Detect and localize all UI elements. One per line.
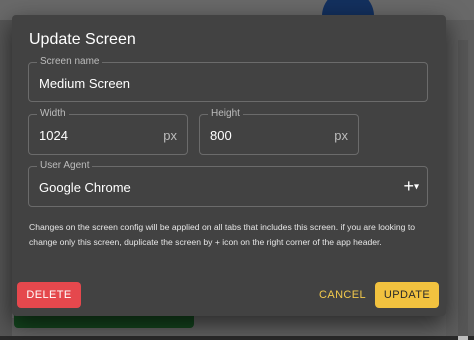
help-text: Changes on the screen config will be app… bbox=[29, 222, 415, 247]
update-button[interactable]: UPDATE bbox=[375, 282, 439, 308]
screen-name-field[interactable]: Screen name Medium Screen bbox=[28, 56, 428, 102]
chevron-down-icon[interactable]: ▾ bbox=[414, 181, 419, 192]
cancel-button[interactable]: CANCEL bbox=[313, 282, 369, 308]
screen-name-label: Screen name bbox=[37, 56, 103, 68]
update-screen-dialog: Update Screen Screen name Medium Screen … bbox=[12, 15, 446, 316]
user-agent-select[interactable]: User Agent Google Chrome +▾ bbox=[28, 160, 428, 207]
dialog-title: Update Screen bbox=[29, 31, 136, 48]
screen-name-value[interactable]: Medium Screen bbox=[39, 76, 130, 91]
user-agent-label: User Agent bbox=[37, 160, 93, 172]
user-agent-actions[interactable]: +▾ bbox=[403, 176, 419, 197]
width-label: Width bbox=[37, 108, 69, 120]
height-field[interactable]: Height 800 px bbox=[199, 108, 359, 155]
height-value[interactable]: 800 bbox=[210, 128, 232, 143]
delete-button[interactable]: DELETE bbox=[17, 282, 81, 308]
user-agent-value: Google Chrome bbox=[39, 180, 131, 195]
height-label: Height bbox=[208, 108, 243, 120]
add-icon[interactable]: + bbox=[403, 176, 414, 196]
height-unit: px bbox=[334, 128, 348, 143]
width-value[interactable]: 1024 bbox=[39, 128, 68, 143]
width-unit: px bbox=[163, 128, 177, 143]
width-field[interactable]: Width 1024 px bbox=[28, 108, 188, 155]
